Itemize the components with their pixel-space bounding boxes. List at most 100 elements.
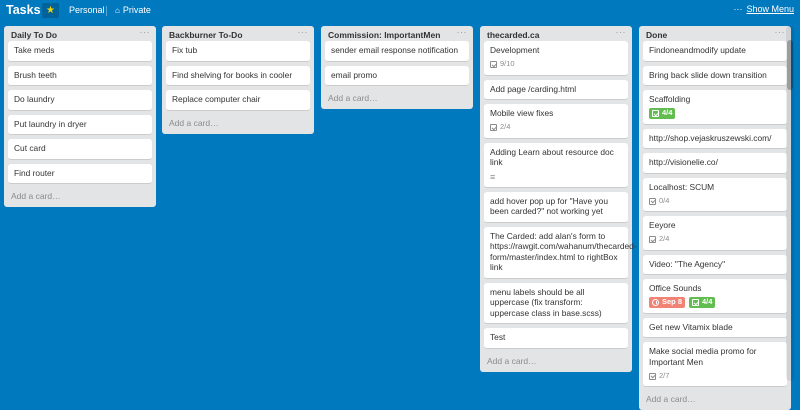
card[interactable]: Brush teeth — [8, 65, 152, 86]
card-title: Add page /carding.html — [490, 83, 577, 94]
list-menu-icon[interactable]: ··· — [616, 27, 627, 37]
checklist-count: 0/4 — [659, 195, 670, 205]
list-title[interactable]: thecarded.ca — [487, 30, 539, 40]
card-title: Office Sounds — [649, 283, 702, 293]
card[interactable]: Bring back slide down transition — [643, 65, 787, 86]
card[interactable]: Take meds — [8, 41, 152, 62]
card-title: Find shelving for books in cooler — [172, 69, 293, 80]
card[interactable]: Video: "The Agency" — [643, 254, 787, 275]
privacy-button[interactable]: ⌂ Private — [112, 4, 154, 16]
card[interactable]: Findoneandmodify update — [643, 41, 787, 62]
description-icon: ≡ — [490, 171, 496, 182]
card[interactable]: Development 9/10 — [484, 41, 628, 76]
card-title: Fix tub — [172, 45, 198, 55]
add-card-button[interactable]: Add a card… — [480, 353, 632, 372]
star-icon[interactable]: ★ — [42, 3, 59, 18]
card-list: Development 9/10 Add page /carding.html Mob… — [480, 41, 637, 349]
card[interactable]: sender email response notification — [325, 41, 469, 62]
card-list: Findoneandmodify update Bring back slide … — [639, 41, 791, 387]
list-3: thecarded.ca ··· Development 9/10 Add page /… — [480, 26, 637, 372]
card-badges: 4/4 — [649, 108, 781, 119]
card-title: The Carded: add alan's form to https://r… — [490, 230, 637, 273]
list-header: Backburner To-Do ··· — [162, 26, 314, 41]
checklist-badge: 4/4 — [649, 108, 676, 119]
card[interactable]: Adding Learn about resource doc link ≡ — [484, 142, 628, 188]
list-menu-icon[interactable]: ··· — [457, 27, 468, 37]
card[interactable]: add hover pop up for "Have you been card… — [484, 191, 628, 223]
board-title[interactable]: Tasks — [6, 3, 41, 17]
card[interactable]: Scaffolding 4/4 — [643, 90, 787, 125]
checklist-count: 2/4 — [659, 234, 670, 244]
list-menu-icon[interactable]: ··· — [775, 27, 786, 37]
checklist-icon — [649, 236, 656, 243]
card[interactable]: Get new Vitamix blade — [643, 317, 787, 338]
checklist-badge: 0/4 — [649, 196, 669, 207]
checklist-icon — [652, 110, 659, 117]
checklist-count: 4/4 — [702, 297, 713, 307]
list-0: Daily To Do ··· Take meds Brush teeth Do lau… — [4, 26, 156, 207]
card-title: add hover pop up for "Have you been card… — [490, 195, 608, 217]
clock-icon — [652, 299, 659, 306]
card[interactable]: Cut card — [8, 139, 152, 160]
card[interactable]: Mobile view fixes 2/4 — [484, 104, 628, 139]
card-title: Replace computer chair — [172, 94, 261, 104]
list-1: Backburner To-Do ··· Fix tub Find shelving … — [162, 26, 314, 134]
checklist-badge: 4/4 — [689, 297, 716, 308]
list-title[interactable]: Backburner To-Do — [169, 30, 243, 40]
due-date-text: Sep 8 — [662, 297, 683, 307]
due-date-badge: Sep 8 — [649, 297, 686, 308]
card-badges: 2/4 — [649, 234, 781, 245]
card[interactable]: Fix tub — [166, 41, 310, 62]
card-title: Make social media promo for Important Me… — [649, 346, 757, 367]
checklist-icon — [490, 61, 497, 68]
card-title: sender email response notification — [331, 45, 459, 55]
card[interactable]: menu labels should be all uppercase (fix… — [484, 282, 628, 324]
checklist-count: 4/4 — [662, 108, 673, 118]
board-header: Tasks ★ Personal ⌂ Private ··· Show Menu — [0, 0, 800, 22]
add-card-button[interactable]: Add a card… — [162, 115, 314, 134]
card[interactable]: Localhost: SCUM 0/4 — [643, 177, 787, 212]
card-title: Cut card — [14, 143, 46, 153]
card-title: Video: "The Agency" — [649, 258, 726, 269]
card-badges: 2/4 — [490, 122, 622, 133]
list-title[interactable]: Done — [646, 30, 667, 40]
card[interactable]: Find shelving for books in cooler — [166, 65, 310, 86]
card-title: Get new Vitamix blade — [649, 321, 733, 332]
card[interactable]: Eeyore 2/4 — [643, 216, 787, 251]
list-menu-icon[interactable]: ··· — [298, 27, 309, 37]
card-title: Adding Learn about resource doc link — [490, 146, 614, 168]
privacy-label: Private — [122, 5, 151, 15]
card[interactable]: http://visionelie.co/ — [643, 153, 787, 174]
list-header: Done ··· — [639, 26, 791, 41]
card[interactable]: Find router — [8, 163, 152, 184]
add-card-button[interactable]: Add a card… — [321, 90, 473, 109]
card-title: Mobile view fixes — [490, 108, 554, 118]
add-card-button[interactable]: Add a card… — [639, 391, 791, 410]
list-title[interactable]: Commission: ImportantMen — [328, 30, 440, 40]
card[interactable]: Make social media promo for Important Me… — [643, 342, 787, 387]
card[interactable]: Do laundry — [8, 90, 152, 111]
card[interactable]: The Carded: add alan's form to https://r… — [484, 226, 637, 279]
card[interactable]: Add page /carding.html — [484, 79, 628, 100]
menu-dots-icon: ··· — [733, 4, 743, 14]
card[interactable]: Test — [484, 328, 628, 349]
list-header: Daily To Do ··· — [4, 26, 156, 41]
card[interactable]: Put laundry in dryer — [8, 114, 152, 135]
scrollbar-thumb[interactable] — [787, 40, 793, 90]
card[interactable]: Office Sounds Sep 8 4/4 — [643, 279, 787, 314]
team-visibility-button[interactable]: Personal — [66, 4, 108, 16]
vertical-scrollbar[interactable] — [786, 26, 794, 381]
checklist-icon — [490, 124, 497, 131]
card[interactable]: email promo — [325, 65, 469, 86]
add-card-button[interactable]: Add a card… — [4, 188, 156, 207]
card-badges: 2/7 — [649, 371, 781, 381]
list-menu-icon[interactable]: ··· — [140, 27, 151, 37]
checklist-icon — [649, 197, 656, 205]
card[interactable]: Replace computer chair — [166, 90, 310, 111]
card[interactable]: http://shop.vejaskruszewski.com/ — [643, 128, 787, 149]
lock-icon: ⌂ — [115, 6, 120, 15]
list-title[interactable]: Daily To Do — [11, 30, 57, 40]
show-menu-button[interactable]: ··· Show Menu — [733, 4, 794, 14]
card-title: Take meds — [14, 45, 55, 55]
card-title: Development — [490, 45, 540, 55]
